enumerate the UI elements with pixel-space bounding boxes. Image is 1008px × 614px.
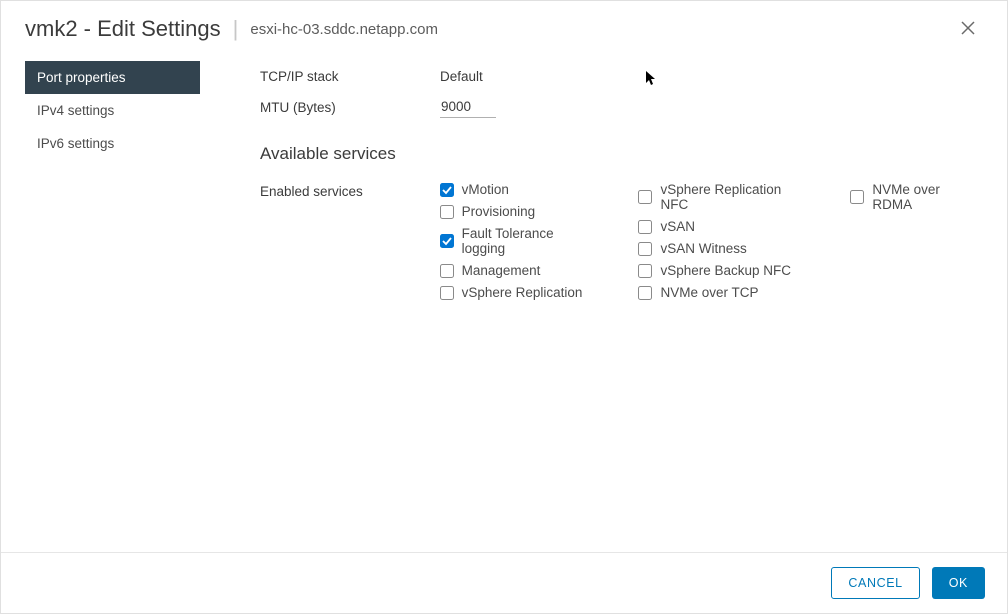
tcpip-stack-value: Default	[440, 69, 483, 84]
service-checkbox[interactable]: Provisioning	[440, 204, 601, 219]
service-checkbox[interactable]: Fault Tolerance logging	[440, 226, 601, 256]
checkbox-icon[interactable]	[440, 264, 454, 278]
service-label: Management	[462, 263, 541, 278]
service-label: vSphere Replication	[462, 285, 583, 300]
service-label: NVMe over TCP	[660, 285, 758, 300]
close-icon[interactable]	[953, 15, 983, 43]
ok-button[interactable]: OK	[932, 567, 985, 599]
title-separator: |	[233, 16, 239, 42]
nav-port-properties[interactable]: Port properties	[25, 61, 200, 94]
nav-ipv6-settings[interactable]: IPv6 settings	[25, 127, 200, 160]
available-services-heading: Available services	[260, 144, 983, 164]
checkbox-icon[interactable]	[638, 242, 652, 256]
service-checkbox[interactable]: vSAN	[638, 219, 812, 234]
service-checkbox[interactable]: vSphere Backup NFC	[638, 263, 812, 278]
service-checkbox[interactable]: NVMe over RDMA	[850, 182, 983, 212]
service-checkbox[interactable]: Management	[440, 263, 601, 278]
dialog-title: vmk2 - Edit Settings	[25, 16, 221, 42]
enabled-services-label: Enabled services	[260, 182, 440, 199]
service-checkbox[interactable]: vSphere Replication	[440, 285, 601, 300]
service-label: vMotion	[462, 182, 509, 197]
sidebar: Port properties IPv4 settings IPv6 setti…	[25, 61, 200, 552]
cancel-button[interactable]: CANCEL	[831, 567, 919, 599]
checkbox-icon[interactable]	[440, 234, 454, 248]
content-panel: TCP/IP stack Default MTU (Bytes) Availab…	[200, 61, 1007, 552]
mtu-label: MTU (Bytes)	[260, 100, 440, 115]
checkbox-icon[interactable]	[638, 264, 652, 278]
service-label: vSphere Backup NFC	[660, 263, 791, 278]
checkbox-icon[interactable]	[638, 190, 652, 204]
checkbox-icon[interactable]	[440, 286, 454, 300]
service-label: vSphere Replication NFC	[660, 182, 812, 212]
checkbox-icon[interactable]	[440, 183, 454, 197]
host-name: esxi-hc-03.sddc.netapp.com	[250, 21, 438, 38]
service-label: Fault Tolerance logging	[462, 226, 601, 256]
service-checkbox[interactable]: vMotion	[440, 182, 601, 197]
mtu-input[interactable]	[440, 96, 496, 118]
checkbox-icon[interactable]	[638, 286, 652, 300]
service-label: NVMe over RDMA	[872, 182, 983, 212]
checkbox-icon[interactable]	[440, 205, 454, 219]
nav-ipv4-settings[interactable]: IPv4 settings	[25, 94, 200, 127]
service-checkbox[interactable]: vSphere Replication NFC	[638, 182, 812, 212]
service-checkbox[interactable]: NVMe over TCP	[638, 285, 812, 300]
service-label: vSAN	[660, 219, 695, 234]
tcpip-stack-label: TCP/IP stack	[260, 69, 440, 84]
service-checkbox[interactable]: vSAN Witness	[638, 241, 812, 256]
service-label: vSAN Witness	[660, 241, 746, 256]
service-label: Provisioning	[462, 204, 536, 219]
checkbox-icon[interactable]	[638, 220, 652, 234]
checkbox-icon[interactable]	[850, 190, 864, 204]
